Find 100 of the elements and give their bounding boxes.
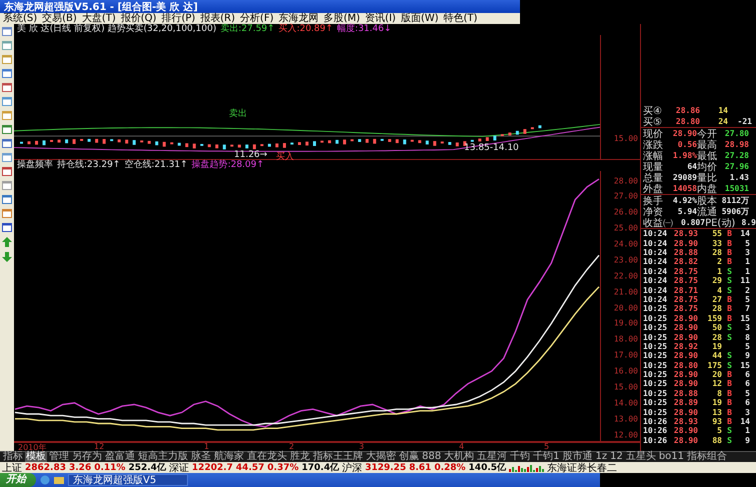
indicator-tab[interactable]: 1z: [594, 452, 608, 462]
toolbar-icon[interactable]: [2, 69, 12, 78]
indicator-tab[interactable]: 胜龙: [289, 452, 311, 462]
menu-item[interactable]: 系统(S): [3, 13, 38, 24]
tick-time: 10:24: [643, 257, 668, 266]
indicator-tab[interactable]: 管理: [48, 452, 70, 462]
window-title: 东海龙网超强版V5.61 - [组合图-美 欣 达]: [4, 0, 198, 12]
menu-item[interactable]: 多股(M): [324, 13, 360, 24]
menu-item[interactable]: 报表(R): [200, 13, 236, 24]
tick-time: 10:25: [643, 332, 668, 342]
tick-count: 5: [744, 294, 750, 304]
folder-icon[interactable]: [54, 475, 64, 485]
axis-label: 20.00: [614, 303, 638, 312]
indicator-tab[interactable]: 千钧1: [532, 452, 560, 462]
indicator-tab[interactable]: 模板: [25, 452, 47, 462]
menu-item[interactable]: 大盘(T): [82, 13, 116, 24]
toolbar-icon[interactable]: [2, 139, 12, 148]
zone-marker: 13.85-14.10: [464, 143, 519, 153]
toolbar-icon[interactable]: [2, 83, 12, 92]
axis-label: 23.00: [614, 255, 638, 264]
tick-volume: 28: [711, 304, 722, 314]
menu-item[interactable]: 交易(B): [42, 13, 77, 24]
quote-label: 现量: [643, 160, 663, 173]
browser-icon[interactable]: [40, 475, 50, 485]
candlestick: [478, 138, 482, 142]
tick-volume: 50: [711, 323, 722, 332]
tick-price: 28.90: [672, 332, 698, 342]
tick-volume: 93: [711, 417, 722, 426]
tick-side: B: [726, 304, 732, 314]
quote-value: 5906万: [720, 206, 749, 218]
candlestick: [58, 140, 61, 143]
indicator-tab[interactable]: 五星河: [476, 452, 508, 462]
quote-value: 27.28: [724, 151, 749, 160]
arrow-down-icon[interactable]: [2, 252, 12, 262]
tick-volume: 28: [711, 248, 722, 257]
indicator-tab[interactable]: 创赢: [398, 452, 420, 462]
indicator-tab[interactable]: 航海家: [213, 452, 245, 462]
axis-label: 16.00: [614, 366, 638, 376]
tick-price: 28.90: [672, 426, 698, 436]
indicator-tab[interactable]: 盈富通: [104, 452, 136, 462]
tick-volume: 5: [716, 426, 722, 436]
toolbar-icon[interactable]: [2, 125, 12, 134]
candlestick: [306, 142, 308, 146]
taskbar-task[interactable]: 东海龙网超强版V5: [68, 474, 188, 486]
tick-volume: 27: [711, 294, 722, 304]
toolbar-icon[interactable]: [2, 167, 12, 176]
indicator-tab[interactable]: bo11: [658, 452, 686, 462]
candlestick: [410, 140, 414, 142]
indicator-tab[interactable]: 五星头: [624, 452, 657, 462]
indicator-tab[interactable]: 12: [609, 452, 624, 462]
tick-time: 10:24: [643, 276, 668, 286]
bid-volume: 14: [717, 106, 728, 116]
candlestick: [148, 140, 151, 144]
indicator-tab[interactable]: 另存为: [71, 452, 103, 462]
index-change: 8.61: [409, 462, 432, 472]
menu-item[interactable]: 版面(W): [400, 13, 439, 24]
candlestick: [358, 139, 362, 142]
bid-price: 28.80: [674, 117, 700, 126]
candlestick: [118, 139, 121, 142]
tick-time: 10:26: [643, 436, 668, 445]
tick-side: S: [726, 266, 732, 276]
index-amount: 140.5亿: [468, 462, 506, 474]
menu-item[interactable]: 报价(Q): [120, 13, 156, 24]
menu-item[interactable]: 资讯(I): [365, 13, 396, 24]
tick-volume: 19: [711, 398, 722, 408]
candlestick: [380, 138, 384, 141]
candlestick: [470, 140, 474, 142]
indicator-tab[interactable]: 888: [421, 452, 442, 462]
quote-value: 1.43: [728, 173, 749, 182]
toolbar-icon[interactable]: [2, 209, 12, 218]
candlestick: [500, 134, 504, 136]
indicator-tab[interactable]: 脉圣: [190, 452, 212, 462]
indicator-tab[interactable]: 指标: [2, 452, 24, 462]
indicator-tab[interactable]: 直在龙头: [246, 452, 288, 462]
indicator-tab[interactable]: 大机构: [443, 452, 476, 462]
tick-price: 28.75: [672, 276, 698, 286]
menu-item[interactable]: 排行(P): [161, 13, 196, 24]
arrow-up-icon[interactable]: [2, 237, 12, 247]
candlestick: [20, 142, 24, 144]
toolbar-icon[interactable]: [2, 97, 12, 106]
toolbar-icon[interactable]: [2, 223, 12, 232]
toolbar-icon[interactable]: [2, 195, 12, 204]
indicator-tab[interactable]: 大揭密: [365, 452, 397, 462]
indicator-tab[interactable]: 指标组合: [686, 452, 728, 462]
candlestick: [388, 139, 392, 142]
axis-label: 19.00: [614, 318, 638, 328]
indicator-tab[interactable]: 指标王王牌: [312, 452, 364, 462]
indicator-tab[interactable]: 股市通: [561, 452, 594, 462]
tick-side: S: [726, 332, 732, 342]
start-button[interactable]: 开始: [0, 473, 36, 487]
toolbar-icon[interactable]: [2, 27, 12, 36]
quote-value: 29089: [672, 173, 697, 182]
tick-price: 28.82: [672, 257, 698, 266]
indicator-tab[interactable]: 短高主力版: [137, 452, 189, 462]
indicator-tab[interactable]: 千钧: [509, 452, 532, 462]
quote-label: 均价: [697, 160, 717, 173]
quote-label: 收益㈠: [643, 216, 673, 230]
menu-item[interactable]: 东海龙网: [278, 13, 319, 24]
menu-item[interactable]: 特色(T): [444, 13, 478, 24]
menu-item[interactable]: 分析(F): [240, 13, 274, 24]
